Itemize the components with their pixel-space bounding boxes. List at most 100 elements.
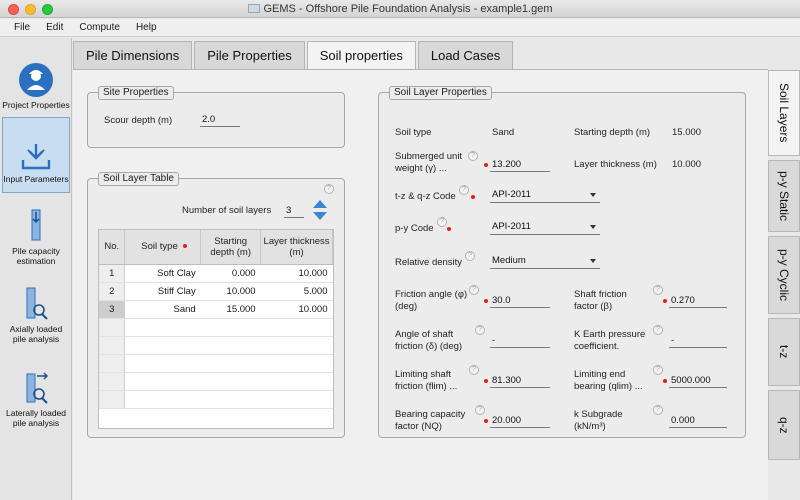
- shaft-friction-factor-label-line2: factor (β): [574, 301, 613, 312]
- tz-qz-code-select[interactable]: API-2011: [490, 187, 600, 203]
- number-of-layers-label: Number of soil layers: [182, 205, 272, 216]
- window-controls: [8, 4, 53, 15]
- top-tabs: Pile Dimensions Pile Properties Soil pro…: [73, 41, 515, 71]
- layers-spinner-icon[interactable]: [312, 199, 328, 221]
- empty-row: [99, 318, 333, 337]
- required-marker: [484, 419, 488, 423]
- shaft-friction-angle-label-line1: Angle of shaft: [395, 329, 454, 340]
- help-icon[interactable]: ?: [475, 405, 485, 415]
- table-row[interactable]: 1 Soft Clay 0.000 10.000: [99, 264, 333, 283]
- soil-type-cell[interactable]: Stiff Clay: [124, 282, 201, 301]
- table-row[interactable]: 3 Sand 15.000 10.000: [99, 300, 333, 319]
- soil-type-cell[interactable]: Soft Clay: [124, 264, 201, 283]
- help-icon[interactable]: ?: [653, 285, 663, 295]
- help-icon[interactable]: ?: [459, 185, 469, 195]
- zoom-window-button[interactable]: [42, 4, 53, 15]
- limiting-shaft-friction-label-line1: Limiting shaft: [395, 369, 451, 380]
- scour-depth-label: Scour depth (m): [104, 115, 173, 126]
- help-icon[interactable]: ?: [469, 365, 479, 375]
- column-header-label: Layer thickness (m): [263, 235, 330, 258]
- relative-density-label: Relative density: [395, 257, 463, 268]
- k-subgrade-input[interactable]: [669, 413, 727, 428]
- help-icon[interactable]: ?: [324, 184, 334, 194]
- tab-py-cyclic[interactable]: p-y Cyclic: [768, 236, 800, 314]
- soil-type-cell[interactable]: Sand: [124, 300, 201, 319]
- scour-depth-input[interactable]: [200, 112, 240, 127]
- help-icon[interactable]: ?: [468, 151, 478, 161]
- friction-angle-input[interactable]: [490, 293, 550, 308]
- menu-help[interactable]: Help: [128, 19, 165, 36]
- soil-layer-table: No. Soil type Starting depth (m) Layer t…: [98, 229, 334, 429]
- document-icon: [247, 4, 260, 13]
- column-header-soil-type[interactable]: Soil type: [124, 230, 202, 265]
- empty-row: [99, 372, 333, 391]
- minimize-window-button[interactable]: [25, 4, 36, 15]
- layer-thickness-cell[interactable]: 10.000: [260, 264, 333, 283]
- column-header-no[interactable]: No.: [99, 230, 126, 265]
- tz-qz-code-label: t-z & q-z Code: [395, 191, 456, 202]
- menu-compute[interactable]: Compute: [71, 19, 128, 36]
- starting-depth-label: Starting depth (m): [574, 127, 651, 138]
- sidebar-item-label: Input Parameters: [3, 174, 69, 184]
- menu-edit[interactable]: Edit: [38, 19, 71, 36]
- shaft-friction-angle-label: Angle of shaft friction (δ) (deg): [395, 329, 462, 353]
- tab-qz[interactable]: q-z: [768, 390, 800, 460]
- sidebar-item-input-parameters[interactable]: Input Parameters: [2, 117, 70, 193]
- help-icon[interactable]: ?: [475, 325, 485, 335]
- help-icon[interactable]: ?: [653, 365, 663, 375]
- sidebar-item-axially-loaded[interactable]: Axially loaded pile analysis: [2, 286, 70, 344]
- help-icon[interactable]: ?: [653, 325, 663, 335]
- tab-pile-properties[interactable]: Pile Properties: [194, 41, 305, 69]
- k-earth-pressure-label: K Earth pressure coefficient.: [574, 329, 645, 353]
- limiting-end-bearing-input[interactable]: [669, 373, 727, 388]
- starting-depth-cell[interactable]: 10.000: [200, 282, 261, 301]
- sidebar: Project Properties Input Parameters Pile…: [0, 38, 72, 500]
- help-icon[interactable]: ?: [437, 217, 447, 227]
- number-of-layers-input[interactable]: [284, 203, 304, 218]
- sidebar-item-label: Pile capacity estimation: [12, 246, 60, 266]
- starting-depth-cell[interactable]: 0.000: [200, 264, 261, 283]
- engineer-icon: [19, 63, 53, 97]
- required-marker: [447, 227, 451, 231]
- tab-pile-dimensions[interactable]: Pile Dimensions: [73, 41, 193, 69]
- k-earth-pressure-input[interactable]: [669, 333, 727, 348]
- starting-depth-cell[interactable]: 15.000: [200, 300, 261, 319]
- limiting-shaft-friction-label-line2: friction (flim) ...: [395, 381, 458, 392]
- shaft-friction-angle-input[interactable]: [490, 333, 550, 348]
- limiting-end-bearing-label-line1: Limiting end: [574, 369, 626, 380]
- row-number: 3: [99, 300, 126, 319]
- menu-file[interactable]: File: [6, 19, 38, 36]
- tab-load-cases[interactable]: Load Cases: [417, 41, 514, 69]
- sidebar-item-laterally-loaded[interactable]: Laterally loaded pile analysis: [2, 370, 70, 428]
- layer-thickness-cell[interactable]: 10.000: [260, 300, 333, 319]
- tab-py-static[interactable]: p-y Static: [768, 160, 800, 232]
- table-row[interactable]: 2 Stiff Clay 10.000 5.000: [99, 282, 333, 301]
- tab-soil-properties[interactable]: Soil properties: [306, 41, 416, 71]
- unit-weight-input[interactable]: [490, 157, 550, 172]
- shaft-friction-factor-input[interactable]: [669, 293, 727, 308]
- bearing-capacity-factor-label-line1: Bearing capacity: [395, 409, 466, 420]
- layer-thickness-cell[interactable]: 5.000: [260, 282, 333, 301]
- soil-layer-table-title: Soil Layer Table: [98, 172, 179, 186]
- soil-layer-table-group: Soil Layer Table ? Number of soil layers…: [87, 172, 345, 438]
- tab-tz[interactable]: t-z: [768, 318, 800, 386]
- close-window-button[interactable]: [8, 4, 19, 15]
- soil-layer-properties-group: Soil Layer Properties Soil type Sand Sta…: [378, 86, 746, 438]
- limiting-shaft-friction-input[interactable]: [490, 373, 550, 388]
- unit-weight-label-line2: weight (γ) ...: [395, 163, 447, 174]
- tab-label: q-z: [777, 416, 791, 434]
- k-subgrade-label: k Subgrade (kN/m³): [574, 409, 623, 433]
- column-header-layer-thickness[interactable]: Layer thickness (m): [260, 230, 333, 265]
- tab-soil-layers[interactable]: Soil Layers: [768, 70, 800, 156]
- bearing-capacity-factor-input[interactable]: [490, 413, 550, 428]
- relative-density-select[interactable]: Medium: [490, 253, 600, 269]
- sidebar-item-pile-capacity[interactable]: Pile capacity estimation: [2, 208, 70, 266]
- help-icon[interactable]: ?: [465, 251, 475, 261]
- py-code-select[interactable]: API-2011: [490, 219, 600, 235]
- title-bar: GEMS - Offshore Pile Foundation Analysis…: [0, 0, 800, 18]
- help-icon[interactable]: ?: [469, 285, 479, 295]
- site-properties-title: Site Properties: [98, 86, 174, 100]
- help-icon[interactable]: ?: [653, 405, 663, 415]
- sidebar-item-project-properties[interactable]: Project Properties: [2, 62, 70, 110]
- column-header-starting-depth[interactable]: Starting depth (m): [200, 230, 262, 265]
